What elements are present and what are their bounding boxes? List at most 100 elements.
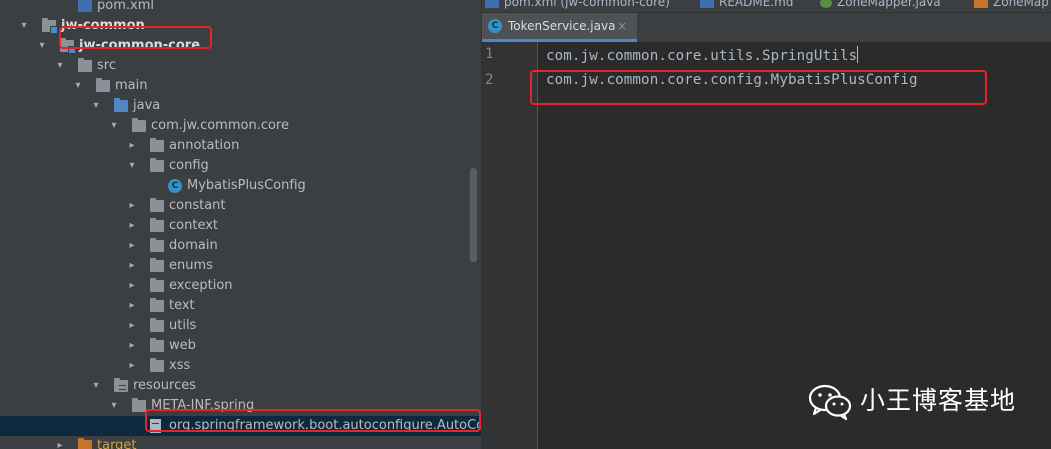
- code-text: com.jw.common.core.utils.SpringUtils: [546, 48, 858, 64]
- tree-item-main[interactable]: ▾ main: [0, 76, 481, 96]
- chevron-down-icon[interactable]: ▾: [89, 376, 103, 396]
- package-icon: [150, 158, 164, 172]
- chevron-right-icon[interactable]: ▸: [125, 236, 139, 256]
- tab-label: pom.xml (jw-common-core): [504, 0, 670, 9]
- package-icon: [150, 218, 164, 232]
- tree-item-label: text: [169, 298, 195, 313]
- package-icon: [150, 358, 164, 372]
- tree-item-target[interactable]: ▸ target: [0, 436, 481, 449]
- chevron-right-icon[interactable]: ▸: [125, 196, 139, 216]
- tree-item-label: annotation: [169, 138, 240, 153]
- code-line-1[interactable]: com.jw.common.core.utils.SpringUtils: [546, 46, 859, 64]
- tree-item-domain[interactable]: ▸ domain: [0, 236, 481, 256]
- annotation-box-imports-file: [145, 409, 481, 432]
- chevron-right-icon[interactable]: ▸: [125, 356, 139, 376]
- package-icon: [150, 198, 164, 212]
- tree-item-label: context: [169, 218, 218, 233]
- tree-item-annotation[interactable]: ▸ annotation: [0, 136, 481, 156]
- tree-item-label: domain: [169, 238, 218, 253]
- package-icon: [132, 118, 146, 132]
- chevron-right-icon[interactable]: ▸: [125, 316, 139, 336]
- class-icon: C: [168, 179, 182, 193]
- chevron-right-icon[interactable]: ▸: [53, 436, 67, 449]
- tree-item-label: target: [97, 438, 137, 449]
- annotation-box-config-line: [530, 70, 987, 105]
- tab-label: README.md: [719, 0, 794, 9]
- tree-item-com-jw-common-core[interactable]: ▾ com.jw.common.core: [0, 116, 481, 136]
- annotation-box-module: [59, 26, 212, 49]
- folder-icon: [96, 78, 110, 92]
- resources-folder-icon: [114, 378, 128, 392]
- tab-readme[interactable]: README.md: [700, 0, 793, 12]
- chevron-right-icon[interactable]: ▸: [125, 256, 139, 276]
- tree-item-java[interactable]: ▾ java: [0, 96, 481, 116]
- chevron-down-icon[interactable]: ▾: [125, 156, 139, 176]
- tree-item-context[interactable]: ▸ context: [0, 216, 481, 236]
- tree-item-label: web: [169, 338, 196, 353]
- chevron-right-icon[interactable]: ▸: [125, 276, 139, 296]
- tree-item-mybatisplusconfig[interactable]: C MybatisPlusConfig: [0, 176, 481, 196]
- chevron-right-icon[interactable]: ▸: [125, 136, 139, 156]
- tab-tokenservice[interactable]: C TokenService.java ×: [482, 13, 637, 42]
- tree-item-src[interactable]: ▾ src: [0, 56, 481, 76]
- tree-item-text[interactable]: ▸ text: [0, 296, 481, 316]
- project-tree-scrollbar[interactable]: [470, 168, 477, 262]
- chevron-down-icon[interactable]: ▾: [53, 56, 67, 76]
- line-number: 1: [485, 46, 494, 62]
- tab-zonemapper[interactable]: ZoneMapper.java: [820, 0, 941, 12]
- chevron-down-icon[interactable]: ▾: [107, 116, 121, 136]
- folder-icon: [78, 58, 92, 72]
- tree-item-resources[interactable]: ▾ resources: [0, 376, 481, 396]
- package-icon: [150, 258, 164, 272]
- chevron-right-icon[interactable]: ▸: [125, 296, 139, 316]
- text-caret: [857, 46, 859, 63]
- editor-tab-row: C TokenService.java ×: [482, 12, 1051, 42]
- chevron-down-icon[interactable]: ▾: [71, 76, 85, 96]
- tab-label: ZoneMap: [993, 0, 1049, 9]
- tree-item-web[interactable]: ▸ web: [0, 336, 481, 356]
- tree-item-label: main: [115, 78, 148, 93]
- tree-item-label: com.jw.common.core: [151, 118, 289, 133]
- tree-item-utils[interactable]: ▸ utils: [0, 316, 481, 336]
- chevron-right-icon[interactable]: ▸: [125, 216, 139, 236]
- chevron-right-icon[interactable]: ▸: [125, 336, 139, 356]
- tree-item-label: resources: [133, 378, 197, 393]
- package-icon: [150, 138, 164, 152]
- close-icon[interactable]: ×: [617, 13, 627, 39]
- interface-icon: [820, 0, 832, 8]
- tree-item-label: utils: [169, 318, 197, 333]
- tree-item-label: xss: [169, 358, 191, 373]
- tree-item-exception[interactable]: ▸ exception: [0, 276, 481, 296]
- tab-zonemap-xml[interactable]: ZoneMap: [974, 0, 1049, 12]
- maven-icon: [78, 0, 92, 12]
- tree-item-label: pom.xml: [97, 0, 154, 13]
- chevron-down-icon[interactable]: ▾: [35, 36, 49, 56]
- tab-label: ZoneMapper.java: [837, 0, 941, 9]
- source-folder-icon: [114, 98, 128, 112]
- class-icon: C: [488, 19, 502, 33]
- chevron-down-icon[interactable]: ▾: [107, 396, 121, 416]
- tree-item-label: enums: [169, 258, 213, 273]
- tree-item-pom-xml[interactable]: pom.xml: [0, 0, 481, 16]
- tree-item-enums[interactable]: ▸ enums: [0, 256, 481, 276]
- chevron-down-icon[interactable]: ▾: [17, 16, 31, 36]
- xml-icon: [974, 0, 988, 8]
- package-icon: [150, 298, 164, 312]
- tab-pom-xml[interactable]: pom.xml (jw-common-core): [485, 0, 670, 12]
- tree-item-config[interactable]: ▾ config: [0, 156, 481, 176]
- tree-item-label: exception: [169, 278, 233, 293]
- chevron-down-icon[interactable]: ▾: [89, 96, 103, 116]
- tree-item-xss[interactable]: ▸ xss: [0, 356, 481, 376]
- tree-item-label: constant: [169, 198, 226, 213]
- project-tool-window: pom.xml ▾ jw-common ▾ jw-common-core ▾ src ▾ mai…: [0, 0, 481, 449]
- markdown-icon: [700, 0, 714, 8]
- tab-label: TokenService.java: [508, 19, 616, 33]
- maven-icon: [485, 0, 499, 8]
- excluded-folder-icon: [78, 438, 92, 449]
- package-icon: [150, 318, 164, 332]
- package-icon: [150, 238, 164, 252]
- folder-icon: [132, 398, 146, 412]
- tree-item-constant[interactable]: ▸ constant: [0, 196, 481, 216]
- tree-item-label: MybatisPlusConfig: [187, 178, 306, 193]
- tree-item-label: java: [133, 98, 161, 113]
